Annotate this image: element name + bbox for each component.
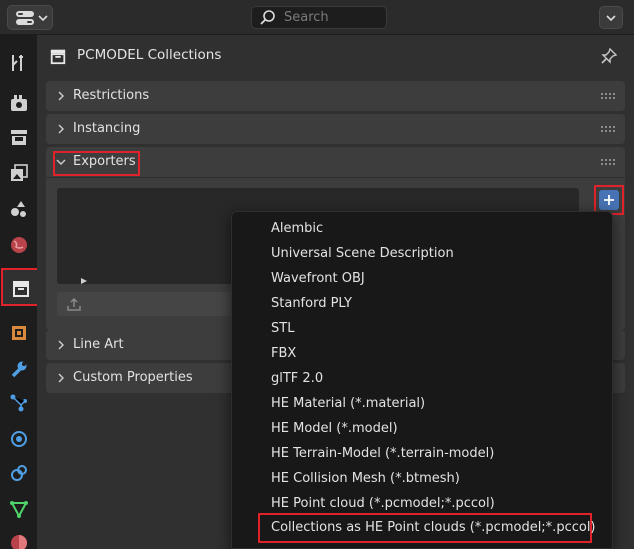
tab-material[interactable] bbox=[5, 529, 33, 549]
tab-object[interactable] bbox=[5, 319, 33, 347]
menu-item-he-collision-mesh[interactable]: HE Collision Mesh (*.btmesh) bbox=[271, 471, 460, 486]
menu-item-he-terrain-model[interactable]: HE Terrain-Model (*.terrain-model) bbox=[271, 446, 494, 461]
wrench-icon bbox=[11, 361, 27, 378]
add-button-face bbox=[599, 190, 619, 210]
exporters-annotation-box bbox=[53, 151, 140, 176]
panel-label: Instancing bbox=[73, 121, 141, 136]
menu-item-he-model[interactable]: HE Model (*.model) bbox=[271, 421, 398, 436]
menu-item-stl[interactable]: STL bbox=[271, 321, 294, 336]
menu-item-collections-he-point-clouds[interactable]: Collections as HE Point clouds (*.pcmode… bbox=[271, 520, 596, 535]
panel-label: Line Art bbox=[73, 337, 124, 352]
menu-item-alembic[interactable]: Alembic bbox=[271, 221, 323, 236]
chevron-right-icon bbox=[58, 373, 64, 383]
chevron-right-icon bbox=[58, 91, 64, 101]
export-format-menu: Alembic Universal Scene Description Wave… bbox=[231, 211, 613, 549]
view-layer-icon bbox=[11, 164, 28, 181]
world-icon bbox=[11, 237, 27, 253]
panel-label: Custom Properties bbox=[73, 370, 193, 385]
search-placeholder: Search bbox=[284, 10, 329, 25]
chevron-right-icon bbox=[58, 124, 64, 134]
drag-grip-icon[interactable] bbox=[601, 159, 616, 165]
tab-data[interactable] bbox=[5, 495, 33, 523]
constraints-icon bbox=[11, 465, 27, 481]
chevron-down-icon bbox=[38, 15, 48, 22]
drag-grip-icon[interactable] bbox=[601, 126, 616, 132]
tool-icon bbox=[12, 55, 23, 71]
tab-particles[interactable] bbox=[5, 389, 33, 417]
render-icon bbox=[11, 95, 27, 111]
tab-physics[interactable] bbox=[5, 425, 33, 453]
menu-item-gltf[interactable]: glTF 2.0 bbox=[271, 371, 323, 386]
collection-icon bbox=[13, 281, 29, 297]
scene-icon bbox=[11, 201, 26, 217]
drag-grip-icon[interactable] bbox=[601, 93, 616, 99]
output-icon bbox=[11, 130, 27, 145]
options-menu-button[interactable] bbox=[599, 6, 623, 29]
menu-item-obj[interactable]: Wavefront OBJ bbox=[271, 271, 365, 286]
editor-type-button[interactable] bbox=[7, 5, 53, 30]
tab-scene[interactable] bbox=[5, 195, 33, 223]
tab-constraints[interactable] bbox=[5, 459, 33, 487]
pin-icon[interactable] bbox=[600, 47, 618, 65]
menu-item-he-point-cloud[interactable]: HE Point cloud (*.pcmodel;*.pccol) bbox=[271, 496, 495, 511]
plus-icon bbox=[604, 195, 614, 205]
menu-item-usd[interactable]: Universal Scene Description bbox=[271, 246, 454, 261]
search-input[interactable]: Search bbox=[251, 6, 387, 29]
panel-restrictions[interactable]: Restrictions bbox=[46, 81, 625, 111]
material-icon bbox=[11, 535, 27, 549]
tab-render[interactable] bbox=[5, 89, 33, 117]
export-icon bbox=[67, 297, 81, 311]
search-icon bbox=[260, 10, 275, 25]
menu-item-he-material[interactable]: HE Material (*.material) bbox=[271, 396, 425, 411]
header-bar: Search bbox=[0, 0, 634, 35]
tab-modifiers[interactable] bbox=[5, 355, 33, 383]
tab-world[interactable] bbox=[5, 231, 33, 259]
properties-tabs bbox=[0, 35, 41, 549]
tab-output[interactable] bbox=[5, 123, 33, 151]
editor-type-icon bbox=[16, 11, 34, 25]
chevron-down-icon bbox=[606, 15, 616, 22]
export-all-button[interactable] bbox=[57, 292, 243, 316]
menu-item-fbx[interactable]: FBX bbox=[271, 346, 296, 361]
collection-name: PCMODEL Collections bbox=[77, 47, 222, 63]
panel-label: Restrictions bbox=[73, 88, 150, 103]
particles-icon bbox=[10, 394, 27, 412]
tab-tool[interactable] bbox=[5, 49, 33, 77]
tab-collection[interactable] bbox=[1, 268, 41, 306]
object-icon bbox=[12, 326, 26, 340]
data-icon bbox=[10, 501, 28, 519]
chevron-right-icon bbox=[58, 340, 64, 350]
panel-instancing[interactable]: Instancing bbox=[46, 114, 625, 144]
collection-icon bbox=[50, 49, 66, 65]
triangle-right-icon[interactable] bbox=[80, 277, 88, 285]
physics-icon bbox=[11, 431, 27, 447]
tab-view-layer[interactable] bbox=[5, 159, 33, 187]
menu-item-ply[interactable]: Stanford PLY bbox=[271, 296, 352, 311]
